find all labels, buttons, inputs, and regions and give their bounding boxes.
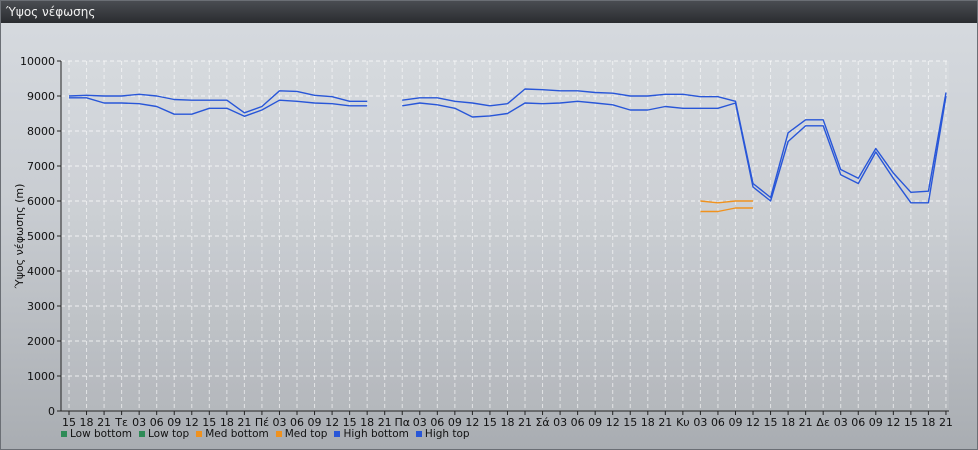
x-tick-label: 09: [448, 416, 462, 427]
x-tick-label: 12: [185, 416, 199, 427]
x-tick-label: 03: [272, 416, 286, 427]
legend-item[interactable]: Low bottom: [61, 427, 132, 441]
x-tick-label: 06: [290, 416, 304, 427]
y-tick-label: 1000: [27, 370, 55, 383]
x-tick-label: 09: [728, 416, 742, 427]
y-tick-label: 5000: [27, 230, 55, 243]
x-tick-label: 12: [325, 416, 339, 427]
x-tick-label: 03: [132, 416, 146, 427]
x-tick-label: Δε: [816, 416, 830, 427]
x-tick-label: 03: [834, 416, 848, 427]
legend-label: Low top: [148, 428, 190, 440]
x-tick-label: 21: [799, 416, 813, 427]
x-tick-label: 03: [413, 416, 427, 427]
x-tick-label: 15: [62, 416, 76, 427]
x-tick-label: 03: [693, 416, 707, 427]
x-tick-label: 09: [167, 416, 181, 427]
legend-label: Med top: [284, 428, 328, 440]
x-tick-label: 15: [904, 416, 918, 427]
x-tick-label: 15: [343, 416, 357, 427]
legend-item[interactable]: Low top: [139, 427, 189, 441]
y-tick-label: 0: [48, 405, 55, 418]
x-tick-label: 09: [588, 416, 602, 427]
legend-item[interactable]: Med top: [275, 427, 328, 441]
legend-label: High top: [424, 428, 470, 440]
x-tick-label: Τε: [114, 416, 128, 427]
y-tick-label: 8000: [27, 125, 55, 138]
y-tick-label: 9000: [27, 90, 55, 103]
x-tick-label: 15: [483, 416, 497, 427]
y-tick-label: 7000: [27, 160, 55, 173]
cloud-height-chart: 0 1000 2000 3000 4000 5000 6000 7000 8000 9000 100…: [13, 55, 953, 427]
x-tick-label: 06: [711, 416, 725, 427]
x-tick-label: 18: [500, 416, 514, 427]
x-tick-label: 03: [553, 416, 567, 427]
y-tick-label: 3000: [27, 300, 55, 313]
x-tick-label: 21: [658, 416, 672, 427]
chart-legend: Low bottom Low top Med bottom Med top High b…: [61, 427, 477, 441]
x-tick-label: 12: [465, 416, 479, 427]
y-tick-label: 4000: [27, 265, 55, 278]
x-tick-label: Πέ: [255, 416, 269, 427]
x-tick-label: 06: [430, 416, 444, 427]
legend-item[interactable]: High bottom: [334, 427, 409, 441]
x-tick-label: 09: [308, 416, 322, 427]
x-tick-label: 18: [641, 416, 655, 427]
legend-label: Med bottom: [205, 428, 269, 440]
x-tick-label: 18: [921, 416, 935, 427]
legend-swatch: [196, 431, 203, 437]
x-tick-label: 12: [886, 416, 900, 427]
legend-swatch: [275, 431, 282, 437]
x-tick-label: 18: [781, 416, 795, 427]
x-tick-label: 15: [202, 416, 216, 427]
chart-window: Ύψος νέφωσης 0 1000 2000 3000 4000 5000 6000 70…: [0, 0, 978, 450]
x-tick-label: 21: [518, 416, 532, 427]
x-tick-label: 15: [764, 416, 778, 427]
x-tick-label: 15: [623, 416, 637, 427]
legend-swatch: [415, 431, 422, 437]
legend-item[interactable]: High top: [415, 427, 470, 441]
x-tick-label: 21: [97, 416, 111, 427]
legend-swatch: [139, 431, 145, 437]
window-title: Ύψος νέφωσης: [1, 1, 977, 23]
x-tick-label: 21: [939, 416, 953, 427]
x-tick-label: 18: [360, 416, 374, 427]
y-tick-label: 10000: [20, 55, 55, 68]
legend-swatch: [334, 431, 341, 437]
x-tick-label: Κυ: [676, 416, 690, 427]
x-tick-label: 12: [746, 416, 760, 427]
x-tick-label: Σά: [535, 416, 549, 427]
legend-label: Low bottom: [70, 428, 132, 440]
x-tick-label: 06: [150, 416, 164, 427]
legend-label: High bottom: [343, 428, 409, 440]
y-tick-label: 2000: [27, 335, 55, 348]
x-tick-label: 21: [378, 416, 392, 427]
legend-item[interactable]: Med bottom: [196, 427, 269, 441]
y-tick-label: 6000: [27, 195, 55, 208]
y-axis-label: Ύψος νέφωσης (m): [13, 184, 26, 290]
x-tick-label: 12: [606, 416, 620, 427]
x-tick-label: 09: [869, 416, 883, 427]
legend-swatch: [61, 431, 67, 437]
x-tick-label: 21: [237, 416, 251, 427]
x-tick-label: 18: [220, 416, 234, 427]
x-tick-label: 18: [80, 416, 94, 427]
x-tick-label: Πα: [394, 416, 410, 427]
x-tick-label: 06: [571, 416, 585, 427]
x-tick-label: 06: [851, 416, 865, 427]
